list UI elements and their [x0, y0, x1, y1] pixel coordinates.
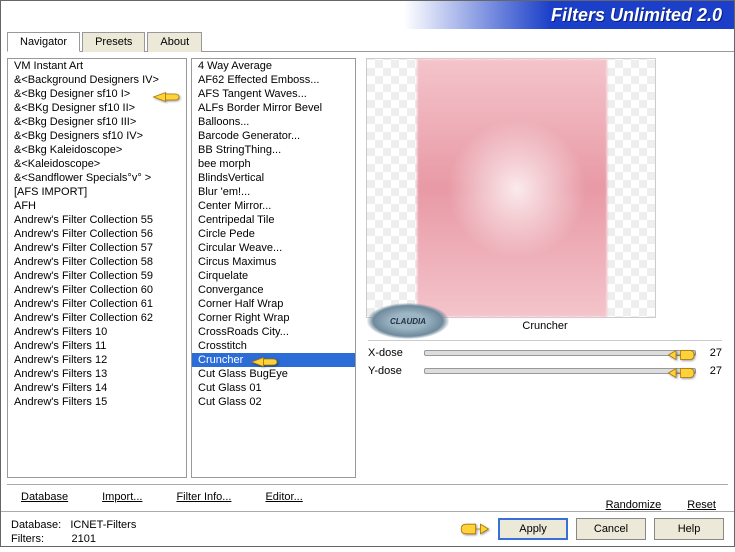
- dialog-buttons: Apply Cancel Help: [458, 518, 724, 540]
- category-item[interactable]: Andrew's Filter Collection 55: [8, 213, 186, 227]
- category-item[interactable]: AFH: [8, 199, 186, 213]
- param-label-xdose: X-dose: [368, 347, 420, 359]
- filter-item[interactable]: Circle Pede: [192, 227, 355, 241]
- filter-item[interactable]: ALFs Border Mirror Bevel: [192, 101, 355, 115]
- filter-item[interactable]: Circular Weave...: [192, 241, 355, 255]
- tab-about[interactable]: About: [147, 32, 202, 52]
- filter-item[interactable]: BlindsVertical: [192, 171, 355, 185]
- filter-item[interactable]: Blur 'em!...: [192, 185, 355, 199]
- db-info: Database: ICNET-Filters Filters: 2101: [11, 518, 136, 546]
- param-row-ydose: Y-dose 27: [368, 365, 722, 377]
- filter-item[interactable]: Circus Maximus: [192, 255, 355, 269]
- preview-area: CLAUDIA: [366, 58, 656, 318]
- filter-item[interactable]: Barcode Generator...: [192, 129, 355, 143]
- category-item[interactable]: &<Background Designers IV>: [8, 73, 186, 87]
- nav-button-row: Database Import... Filter Info... Editor…: [7, 484, 728, 511]
- category-item[interactable]: Andrew's Filter Collection 57: [8, 241, 186, 255]
- filter-item[interactable]: BB StringThing...: [192, 143, 355, 157]
- filter-item[interactable]: Crosstitch: [192, 339, 355, 353]
- db-value: ICNET-Filters: [70, 519, 136, 531]
- category-item[interactable]: Andrew's Filter Collection 56: [8, 227, 186, 241]
- filters-count-value: 2101: [72, 533, 96, 545]
- cancel-button[interactable]: Cancel: [576, 518, 646, 540]
- category-item[interactable]: Andrew's Filter Collection 58: [8, 255, 186, 269]
- titlebar: Filters Unlimited 2.0: [1, 1, 734, 29]
- filter-item[interactable]: Balloons...: [192, 115, 355, 129]
- filter-list[interactable]: 4 Way AverageAF62 Effected Emboss...AFS …: [191, 58, 356, 478]
- footer: Database: ICNET-Filters Filters: 2101 Ap…: [1, 511, 734, 552]
- filter-item[interactable]: Cruncher: [192, 353, 355, 367]
- filter-item[interactable]: 4 Way Average: [192, 59, 355, 73]
- category-list[interactable]: VM Instant Art&<Background Designers IV>…: [7, 58, 187, 478]
- filter-item[interactable]: Corner Half Wrap: [192, 297, 355, 311]
- category-item[interactable]: Andrew's Filter Collection 60: [8, 283, 186, 297]
- lists-container: VM Instant Art&<Background Designers IV>…: [7, 58, 356, 478]
- filter-item[interactable]: Cut Glass 01: [192, 381, 355, 395]
- category-item[interactable]: Andrew's Filters 13: [8, 367, 186, 381]
- category-item[interactable]: &<Sandflower Specials°v° >: [8, 171, 186, 185]
- filter-item[interactable]: Cirquelate: [192, 269, 355, 283]
- apply-button[interactable]: Apply: [498, 518, 568, 540]
- param-row-xdose: X-dose 27: [368, 347, 722, 359]
- category-item[interactable]: &<Bkg Designers sf10 IV>: [8, 129, 186, 143]
- slider-xdose[interactable]: [424, 350, 696, 356]
- filter-item[interactable]: AF62 Effected Emboss...: [192, 73, 355, 87]
- category-item[interactable]: &<Bkg Designer sf10 III>: [8, 115, 186, 129]
- category-item[interactable]: [AFS IMPORT]: [8, 185, 186, 199]
- tab-bar: Navigator Presets About: [7, 31, 734, 52]
- param-value-xdose[interactable]: 27: [700, 347, 722, 359]
- main-area: VM Instant Art&<Background Designers IV>…: [1, 52, 734, 484]
- app-title: Filters Unlimited 2.0: [551, 5, 722, 26]
- db-label: Database:: [11, 519, 61, 531]
- filter-item[interactable]: Cut Glass BugEye: [192, 367, 355, 381]
- parameter-area: X-dose 27 Y-dose 27: [368, 340, 722, 383]
- import-button[interactable]: Import...: [102, 491, 142, 511]
- filter-item[interactable]: Corner Right Wrap: [192, 311, 355, 325]
- category-item[interactable]: &<Bkg Kaleidoscope>: [8, 143, 186, 157]
- category-item[interactable]: &<Kaleidoscope>: [8, 157, 186, 171]
- filter-item[interactable]: Cut Glass 02: [192, 395, 355, 409]
- filter-item[interactable]: Centripedal Tile: [192, 213, 355, 227]
- randomize-button[interactable]: Randomize: [606, 499, 662, 511]
- callout-pointer-icon: [458, 519, 490, 539]
- help-button[interactable]: Help: [654, 518, 724, 540]
- right-panel: CLAUDIA Cruncher X-dose 27 Y-dose 27: [362, 58, 728, 478]
- filter-item[interactable]: Center Mirror...: [192, 199, 355, 213]
- category-item[interactable]: Andrew's Filter Collection 62: [8, 311, 186, 325]
- filters-count-label: Filters:: [11, 533, 44, 545]
- filter-item[interactable]: AFS Tangent Waves...: [192, 87, 355, 101]
- filter-item[interactable]: Convergance: [192, 283, 355, 297]
- app-window: Filters Unlimited 2.0 Navigator Presets …: [0, 0, 735, 547]
- slider-ydose[interactable]: [424, 368, 696, 374]
- category-item[interactable]: Andrew's Filter Collection 59: [8, 269, 186, 283]
- filter-item[interactable]: CrossRoads City...: [192, 325, 355, 339]
- param-value-ydose[interactable]: 27: [700, 365, 722, 377]
- category-item[interactable]: Andrew's Filters 15: [8, 395, 186, 409]
- tab-presets[interactable]: Presets: [82, 32, 145, 52]
- category-item[interactable]: &<BKg Designer sf10 II>: [8, 101, 186, 115]
- editor-button[interactable]: Editor...: [265, 491, 302, 511]
- reset-button[interactable]: Reset: [687, 499, 716, 511]
- watermark-logo: CLAUDIA: [367, 303, 449, 339]
- category-item[interactable]: Andrew's Filters 12: [8, 353, 186, 367]
- preview-highlight: [447, 119, 587, 259]
- database-button[interactable]: Database: [21, 491, 68, 511]
- category-item[interactable]: Andrew's Filters 10: [8, 325, 186, 339]
- category-item[interactable]: &<Bkg Designer sf10 I>: [8, 87, 186, 101]
- filter-info-button[interactable]: Filter Info...: [176, 491, 231, 511]
- filter-item[interactable]: bee morph: [192, 157, 355, 171]
- param-label-ydose: Y-dose: [368, 365, 420, 377]
- category-item[interactable]: Andrew's Filter Collection 61: [8, 297, 186, 311]
- tab-navigator[interactable]: Navigator: [7, 32, 80, 52]
- category-item[interactable]: Andrew's Filters 14: [8, 381, 186, 395]
- category-item[interactable]: Andrew's Filters 11: [8, 339, 186, 353]
- category-item[interactable]: VM Instant Art: [8, 59, 186, 73]
